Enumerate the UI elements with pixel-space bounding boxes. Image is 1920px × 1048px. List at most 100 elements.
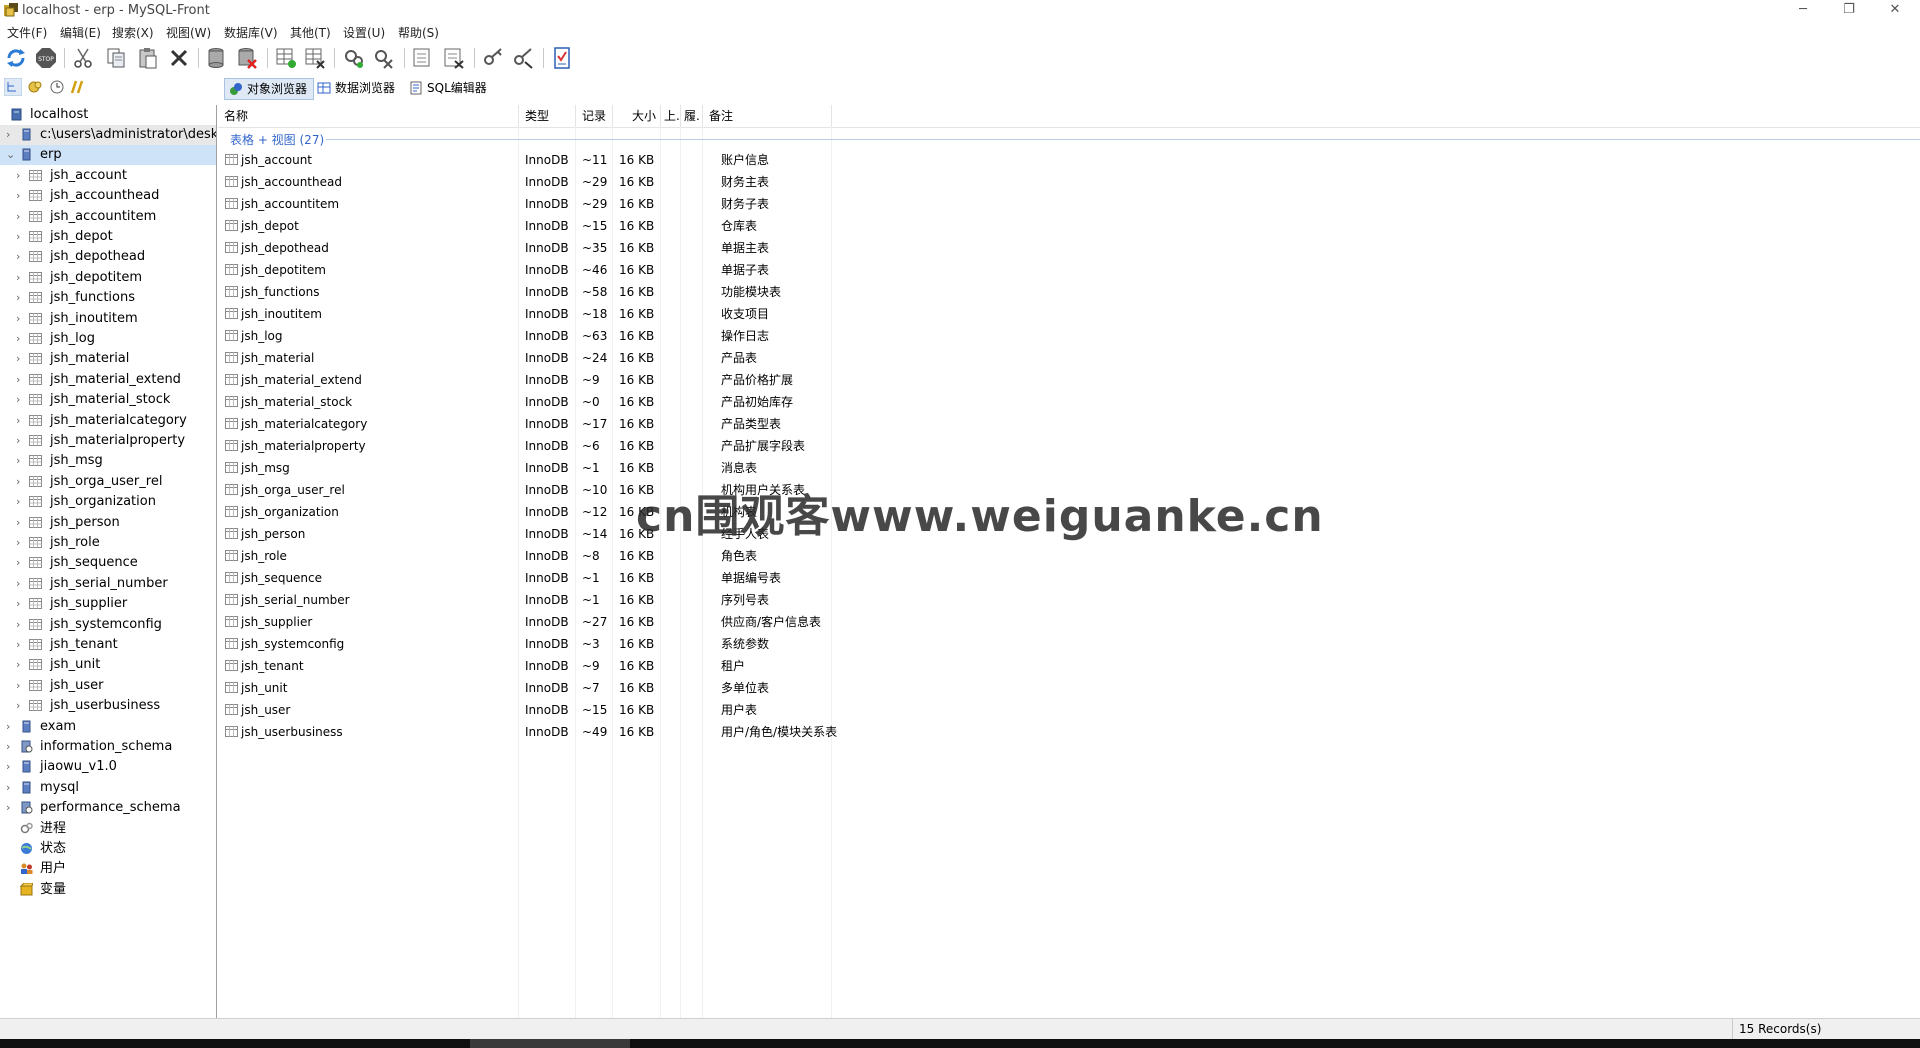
table-row[interactable]: jsh_material_extend InnoDB ~9 16 KB 产品价格扩展 [218, 369, 1920, 391]
expand-chevron-icon[interactable]: › [16, 635, 26, 655]
table-row[interactable]: jsh_tenant InnoDB ~9 16 KB 租户 [218, 655, 1920, 677]
tree-node[interactable]: › jsh_materialproperty [0, 431, 216, 451]
collapse-chevron-icon[interactable]: ⌄ [6, 145, 16, 165]
table-row[interactable]: jsh_functions InnoDB ~58 16 KB 功能模块表 [218, 281, 1920, 303]
menu-database[interactable]: 数据库(V) [224, 24, 278, 41]
menu-file[interactable]: 文件(F) [7, 24, 47, 41]
table-new-icon[interactable] [274, 46, 298, 70]
paste-icon[interactable] [136, 46, 160, 70]
tab-sql-editor[interactable]: SQL编辑器 [405, 78, 493, 98]
tree-node[interactable]: › mysql [0, 778, 216, 798]
restore-button[interactable]: ❐ [1826, 0, 1872, 22]
column-header-size[interactable]: 大小 [613, 105, 661, 127]
tree-node[interactable]: › jsh_depotitem [0, 268, 216, 288]
column-header-attributes[interactable]: 履. [681, 105, 703, 127]
tree-node[interactable]: › exam [0, 717, 216, 737]
expand-chevron-icon[interactable]: › [16, 268, 26, 288]
delete-icon[interactable] [167, 46, 191, 70]
tree-node[interactable]: › jsh_systemconfig [0, 615, 216, 635]
field-new-icon[interactable] [342, 46, 366, 70]
tree-node[interactable]: › c:\users\administrator\deskto [0, 125, 216, 145]
tree-node[interactable]: › information_schema [0, 737, 216, 757]
column-header-type[interactable]: 类型 [519, 105, 576, 127]
expand-chevron-icon[interactable]: › [16, 696, 26, 716]
database-drop-icon[interactable] [235, 46, 259, 70]
table-row[interactable]: jsh_serial_number InnoDB ~1 16 KB 序列号表 [218, 589, 1920, 611]
table-drop-icon[interactable] [303, 46, 327, 70]
index-new-icon[interactable] [411, 46, 435, 70]
column-header-name[interactable]: 名称 [218, 105, 519, 127]
close-button[interactable]: ✕ [1872, 0, 1918, 22]
expand-chevron-icon[interactable]: › [16, 676, 26, 696]
table-row[interactable]: jsh_material_stock InnoDB ~0 16 KB 产品初始库存 [218, 391, 1920, 413]
expand-chevron-icon[interactable]: › [6, 125, 16, 145]
tab-data-browser[interactable]: 数据浏览器 [313, 78, 401, 98]
minimize-button[interactable]: ─ [1780, 0, 1826, 22]
expand-chevron-icon[interactable]: › [16, 309, 26, 329]
expand-chevron-icon[interactable]: › [16, 288, 26, 308]
tree-node[interactable]: › jsh_log [0, 329, 216, 349]
menu-search[interactable]: 搜索(X) [112, 24, 154, 41]
expand-chevron-icon[interactable]: › [16, 227, 26, 247]
table-row[interactable]: jsh_sequence InnoDB ~1 16 KB 单据编号表 [218, 567, 1920, 589]
column-header-comment[interactable]: 备注 [703, 105, 832, 127]
tree-node[interactable]: › jsh_userbusiness [0, 696, 216, 716]
expand-chevron-icon[interactable]: › [6, 737, 16, 757]
expand-chevron-icon[interactable]: › [16, 411, 26, 431]
tree-node[interactable]: › jsh_role [0, 533, 216, 553]
taskbar-item[interactable] [470, 1039, 630, 1048]
tree-node[interactable]: › jsh_materialcategory [0, 411, 216, 431]
tree-node[interactable]: › jsh_orga_user_rel [0, 472, 216, 492]
column-header-updated[interactable]: 上. [661, 105, 681, 127]
refresh-icon[interactable] [4, 46, 28, 70]
expand-chevron-icon[interactable]: › [6, 798, 16, 818]
tree-node[interactable]: › jsh_user [0, 676, 216, 696]
expand-chevron-icon[interactable]: › [16, 166, 26, 186]
tree-node[interactable]: › jsh_unit [0, 655, 216, 675]
checklist-icon[interactable] [550, 46, 574, 70]
expand-chevron-icon[interactable]: › [16, 370, 26, 390]
expand-chevron-icon[interactable]: › [16, 574, 26, 594]
table-row[interactable]: jsh_unit InnoDB ~7 16 KB 多单位表 [218, 677, 1920, 699]
table-row[interactable]: jsh_accountitem InnoDB ~29 16 KB 财务子表 [218, 193, 1920, 215]
expand-chevron-icon[interactable]: › [16, 553, 26, 573]
table-row[interactable]: jsh_systemconfig InnoDB ~3 16 KB 系统参数 [218, 633, 1920, 655]
table-row[interactable]: jsh_supplier InnoDB ~27 16 KB 供应商/客户信息表 [218, 611, 1920, 633]
expand-chevron-icon[interactable]: › [16, 451, 26, 471]
tree-node-localhost[interactable]: localhost [0, 105, 216, 125]
expand-chevron-icon[interactable]: › [16, 207, 26, 227]
tree-node[interactable]: › jsh_functions [0, 288, 216, 308]
database-new-icon[interactable] [205, 46, 229, 70]
tree-node[interactable]: › jsh_serial_number [0, 574, 216, 594]
copy-icon[interactable] [104, 46, 128, 70]
tree-node[interactable]: › jsh_msg [0, 451, 216, 471]
tree-node[interactable]: › jsh_account [0, 166, 216, 186]
expand-chevron-icon[interactable]: › [6, 757, 16, 777]
tab-object-browser[interactable]: 对象浏览器 [224, 78, 315, 100]
tree-node[interactable]: › jsh_inoutitem [0, 309, 216, 329]
table-row[interactable]: jsh_materialcategory InnoDB ~17 16 KB 产品类型表 [218, 413, 1920, 435]
tree-node[interactable]: › jsh_sequence [0, 553, 216, 573]
table-row[interactable]: jsh_role InnoDB ~8 16 KB 角色表 [218, 545, 1920, 567]
foreign-key-drop-icon[interactable] [511, 46, 535, 70]
expand-chevron-icon[interactable]: › [16, 615, 26, 635]
table-row[interactable]: jsh_accounthead InnoDB ~29 16 KB 财务主表 [218, 171, 1920, 193]
expand-chevron-icon[interactable]: › [6, 717, 16, 737]
table-row[interactable]: jsh_inoutitem InnoDB ~18 16 KB 收支项目 [218, 303, 1920, 325]
tree-node[interactable]: › jiaowu_v1.0 [0, 757, 216, 777]
expand-chevron-icon[interactable]: › [16, 431, 26, 451]
expand-chevron-icon[interactable]: › [16, 329, 26, 349]
table-row[interactable]: jsh_userbusiness InnoDB ~49 16 KB 用户/角色/模块关系… [218, 721, 1920, 743]
stop-icon[interactable]: STOP [34, 46, 58, 70]
menu-help[interactable]: 帮助(S) [398, 24, 439, 41]
tree-node[interactable]: › jsh_tenant [0, 635, 216, 655]
tree-node[interactable]: › jsh_accountitem [0, 207, 216, 227]
table-row[interactable]: jsh_depotitem InnoDB ~46 16 KB 单据子表 [218, 259, 1920, 281]
menu-settings[interactable]: 设置(U) [343, 24, 385, 41]
expand-chevron-icon[interactable]: › [16, 655, 26, 675]
expand-chevron-icon[interactable]: › [16, 513, 26, 533]
tree-node[interactable]: › jsh_depot [0, 227, 216, 247]
cut-icon[interactable] [71, 46, 95, 70]
tree-node[interactable]: › jsh_depothead [0, 247, 216, 267]
tree-node[interactable]: › jsh_material [0, 349, 216, 369]
